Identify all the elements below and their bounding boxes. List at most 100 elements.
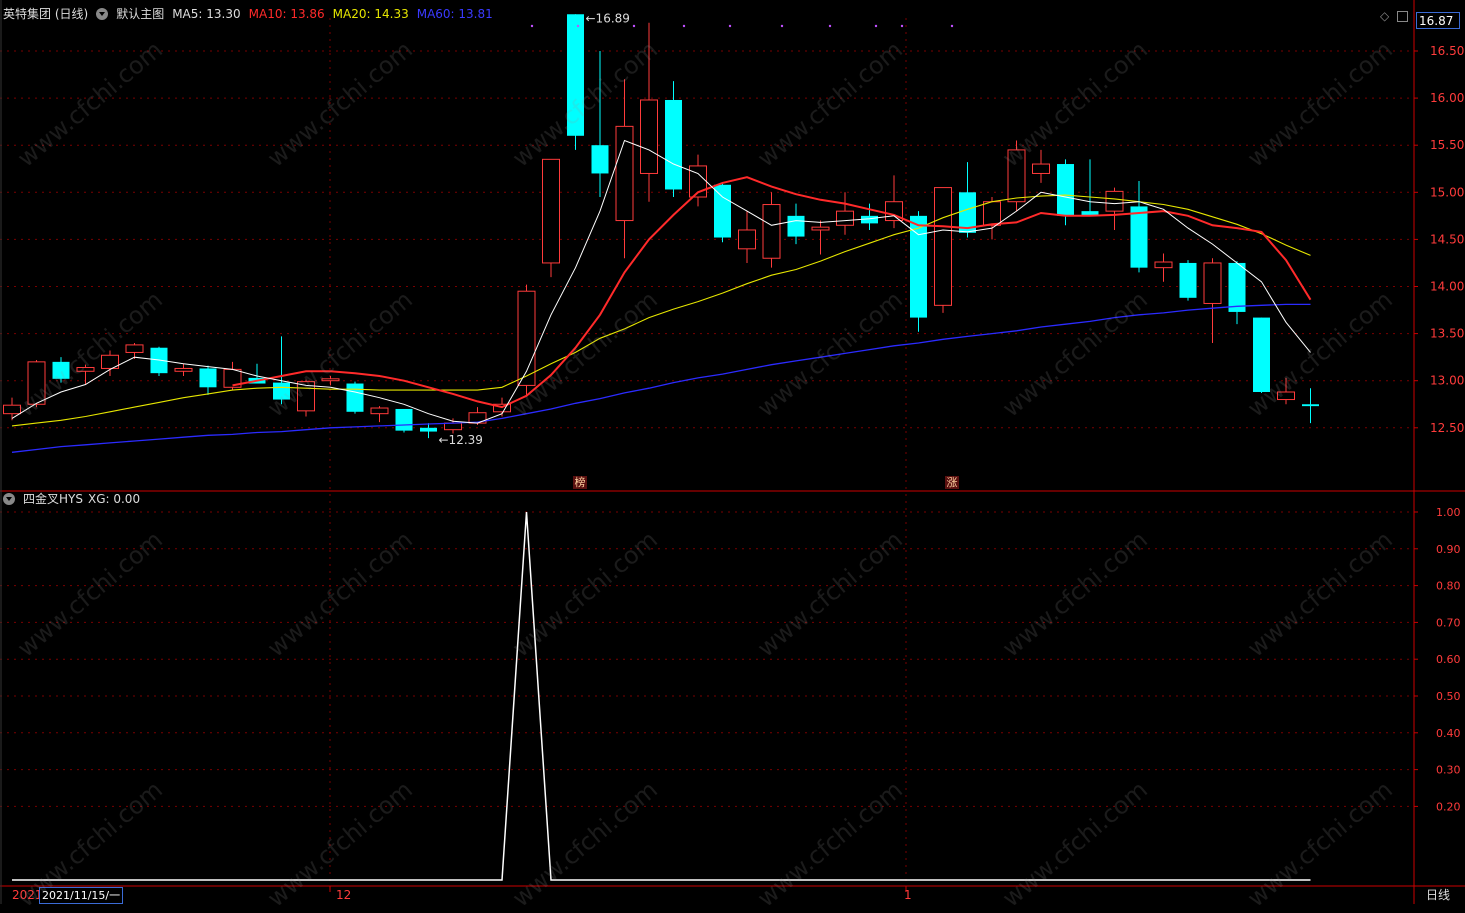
ma20-line xyxy=(11,194,1311,427)
candle xyxy=(370,406,389,423)
price-annotation: ←16.89 xyxy=(586,11,630,25)
candle xyxy=(934,187,952,313)
candle-body-down xyxy=(199,368,217,388)
indicator-dropdown-icon[interactable] xyxy=(3,493,15,505)
date-axis: 2021 12 1 日线 xyxy=(0,886,1465,904)
candle-body-up xyxy=(3,404,21,415)
signal-dot xyxy=(874,24,878,28)
candle-body-up xyxy=(640,99,658,174)
candle xyxy=(3,397,21,421)
stock-chart[interactable]: ←16.89 ←12.39 榜 涨 12.50 13.00 13.50 14.00 14.50… xyxy=(0,0,1465,904)
candle xyxy=(1007,140,1026,212)
price-tick-label: 15.50 xyxy=(1430,138,1464,152)
month-1-label: 1 xyxy=(904,888,912,902)
xg-line xyxy=(12,511,1311,881)
candle xyxy=(787,203,805,245)
candle-body-down xyxy=(567,14,584,136)
candle-body-up xyxy=(1007,149,1026,203)
candle-body-up xyxy=(542,158,560,264)
candle-body-up xyxy=(1105,190,1124,212)
candle-body-down xyxy=(1057,164,1074,216)
candle-body-down xyxy=(346,383,364,412)
candle xyxy=(1253,317,1270,393)
candle xyxy=(395,408,413,433)
candle-body-down xyxy=(665,99,682,190)
candle xyxy=(125,343,144,360)
grid-toggle-icon[interactable] xyxy=(1397,10,1409,22)
candle xyxy=(640,22,658,202)
candle xyxy=(811,220,830,255)
candle xyxy=(1179,260,1197,301)
candle xyxy=(76,364,95,385)
candle xyxy=(738,211,756,263)
candle-body-up xyxy=(174,367,193,372)
candle xyxy=(321,375,340,386)
main-chart-header: 英特集团 (日线) 默认主图 MA5: 13.30 MA10: 13.86 MA… xyxy=(3,5,493,23)
svg-text:榜: 榜 xyxy=(575,475,586,489)
candle-body-down xyxy=(1302,404,1319,407)
price-tick-label: 14.00 xyxy=(1430,280,1464,294)
candle-body-down xyxy=(273,382,290,400)
price-tick-label: 13.50 xyxy=(1430,327,1464,341)
candle xyxy=(199,365,217,395)
indicator-tick-label: 0.40 xyxy=(1436,727,1461,740)
candle-body-down xyxy=(1253,317,1270,393)
candle-body-up xyxy=(125,344,144,353)
indicator-tick-label: 1.00 xyxy=(1436,506,1461,519)
candle-body-up xyxy=(321,378,340,382)
candle xyxy=(1081,159,1099,216)
price-tick-label: 12.50 xyxy=(1430,421,1464,435)
price-tick-label: 16.50 xyxy=(1430,44,1464,58)
price-tick-label: 16.00 xyxy=(1430,91,1464,105)
ma20-value: MA20: 14.33 xyxy=(332,7,409,21)
candle-body-up xyxy=(836,210,854,226)
indicator-name[interactable]: 四金叉HYS xyxy=(23,490,83,508)
candle-body-down xyxy=(1179,262,1197,298)
signal-dot xyxy=(828,24,832,28)
candle xyxy=(174,363,193,376)
candle xyxy=(615,79,634,259)
zhang-marker: 涨 xyxy=(945,476,959,489)
price-tick-label: 15.00 xyxy=(1430,185,1464,199)
month-12-label: 12 xyxy=(336,888,352,902)
indicator-tick-label: 0.60 xyxy=(1436,653,1461,666)
candle xyxy=(346,381,364,414)
candle xyxy=(567,14,584,150)
candle-body-down xyxy=(591,145,609,174)
candle xyxy=(273,336,290,405)
candle-body-down xyxy=(1130,206,1148,268)
indicator-tick-label: 0.70 xyxy=(1436,616,1461,629)
candle-body-down xyxy=(910,215,927,318)
ma10-value: MA10: 13.86 xyxy=(248,7,325,21)
candle xyxy=(1277,377,1295,405)
price-annotation: ←12.39 xyxy=(439,433,483,447)
candle xyxy=(1203,258,1222,344)
period-label[interactable]: 日线 xyxy=(1426,886,1450,904)
template-dropdown-icon[interactable] xyxy=(96,8,109,20)
candle-body-down xyxy=(1228,262,1246,312)
candle xyxy=(1032,149,1050,183)
candle xyxy=(444,418,462,434)
candle-body-up xyxy=(27,361,46,405)
indicator-tick-label: 0.90 xyxy=(1436,543,1461,556)
candle xyxy=(420,423,437,439)
indicator-tick-label: 0.30 xyxy=(1436,764,1461,777)
diamond-icon[interactable]: ◇ xyxy=(1380,7,1389,25)
signal-dot xyxy=(950,24,954,28)
candle-body-up xyxy=(1154,261,1173,269)
signal-dot xyxy=(728,24,732,28)
current-price-tag: 16.87 xyxy=(1416,12,1460,29)
candle-body-up xyxy=(1277,391,1295,401)
candle xyxy=(1302,388,1319,424)
candle-body-up xyxy=(983,201,1001,226)
stock-name-label: 英特集团 (日线) xyxy=(3,7,89,21)
candle-body-down xyxy=(787,215,805,237)
cursor-date-box: 2021/11/15/一 xyxy=(39,887,124,904)
candle-body-up xyxy=(76,367,95,372)
candle xyxy=(101,350,119,376)
template-label[interactable]: 默认主图 xyxy=(116,5,164,23)
candle xyxy=(836,192,854,235)
price-tick-label: 14.50 xyxy=(1430,232,1464,246)
candle xyxy=(1105,187,1124,230)
candle-body-down xyxy=(714,184,731,238)
